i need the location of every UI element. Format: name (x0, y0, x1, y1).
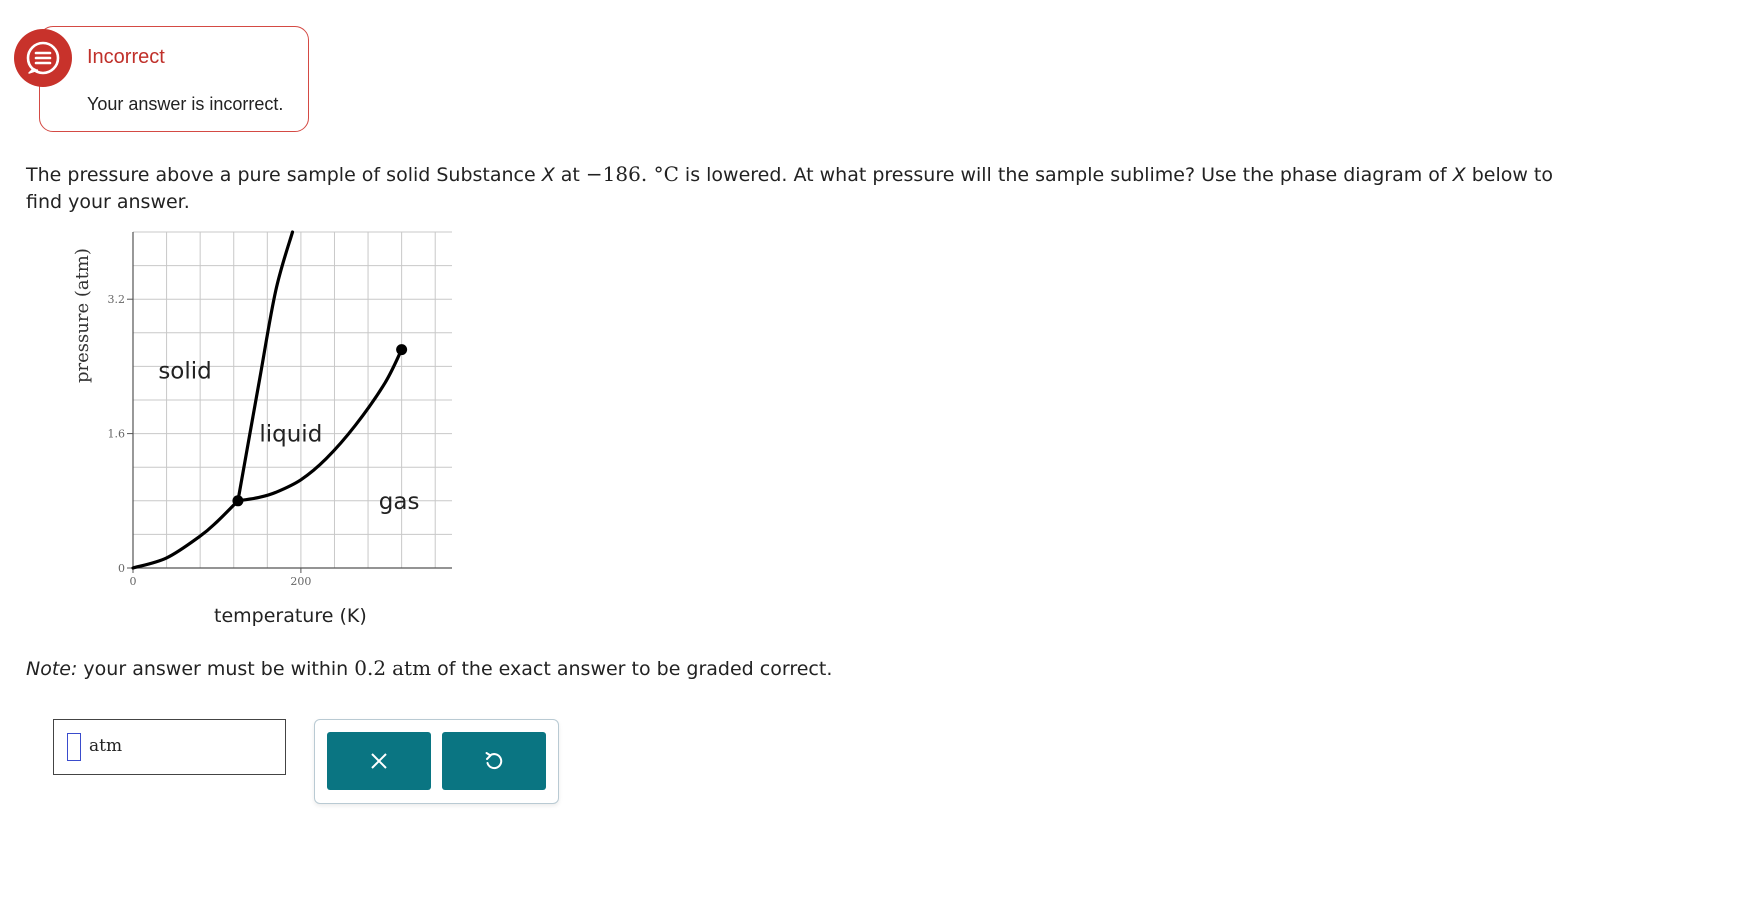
x-tick-label: 200 (290, 575, 311, 588)
substance-variable: X (1452, 164, 1466, 186)
x-axis-title: temperature (K) (214, 605, 367, 627)
answer-input[interactable] (67, 733, 81, 761)
answer-unit: atm (89, 736, 123, 756)
triple-point (232, 495, 244, 507)
note-prefix: Note: (26, 658, 78, 680)
question-text: The pressure above a pure sample of soli… (26, 161, 1556, 216)
x-tick-label: 0 (130, 575, 137, 588)
region-label-liquid: liquid (259, 422, 322, 448)
question-part: The pressure above a pure sample of soli… (26, 164, 542, 186)
message-bubble-icon (14, 29, 72, 87)
tolerance-note: Note: your answer must be within 0.2 atm… (26, 656, 832, 680)
y-axis-title: pressure (atm) (72, 248, 93, 383)
close-icon (371, 753, 387, 769)
region-label-gas: gas (379, 489, 420, 515)
critical-point (396, 344, 408, 356)
question-part: at (554, 164, 586, 186)
feedback-box (39, 26, 309, 132)
undo-icon (485, 752, 503, 770)
tolerance-unit: atm (392, 656, 432, 680)
y-tick-label: 0 (118, 562, 125, 575)
feedback-message: Your answer is incorrect. (87, 94, 284, 114)
y-tick-label: 1.6 (108, 428, 126, 441)
tolerance-value: 0.2 (354, 656, 387, 680)
question-part: is lowered. At what pressure will the sa… (678, 164, 1453, 186)
y-tick-label: 3.2 (108, 293, 126, 306)
feedback-title: Incorrect (87, 46, 165, 68)
substance-variable: X (541, 164, 555, 186)
note-text: of the exact answer to be graded correct… (431, 658, 833, 680)
region-label-solid: solid (158, 359, 211, 385)
note-text: your answer must be within (77, 658, 355, 680)
button-panel (314, 719, 559, 804)
answer-box: atm (53, 719, 286, 775)
clear-button[interactable] (327, 732, 431, 790)
temperature-value: −186. °C (585, 162, 679, 186)
reset-button[interactable] (442, 732, 546, 790)
